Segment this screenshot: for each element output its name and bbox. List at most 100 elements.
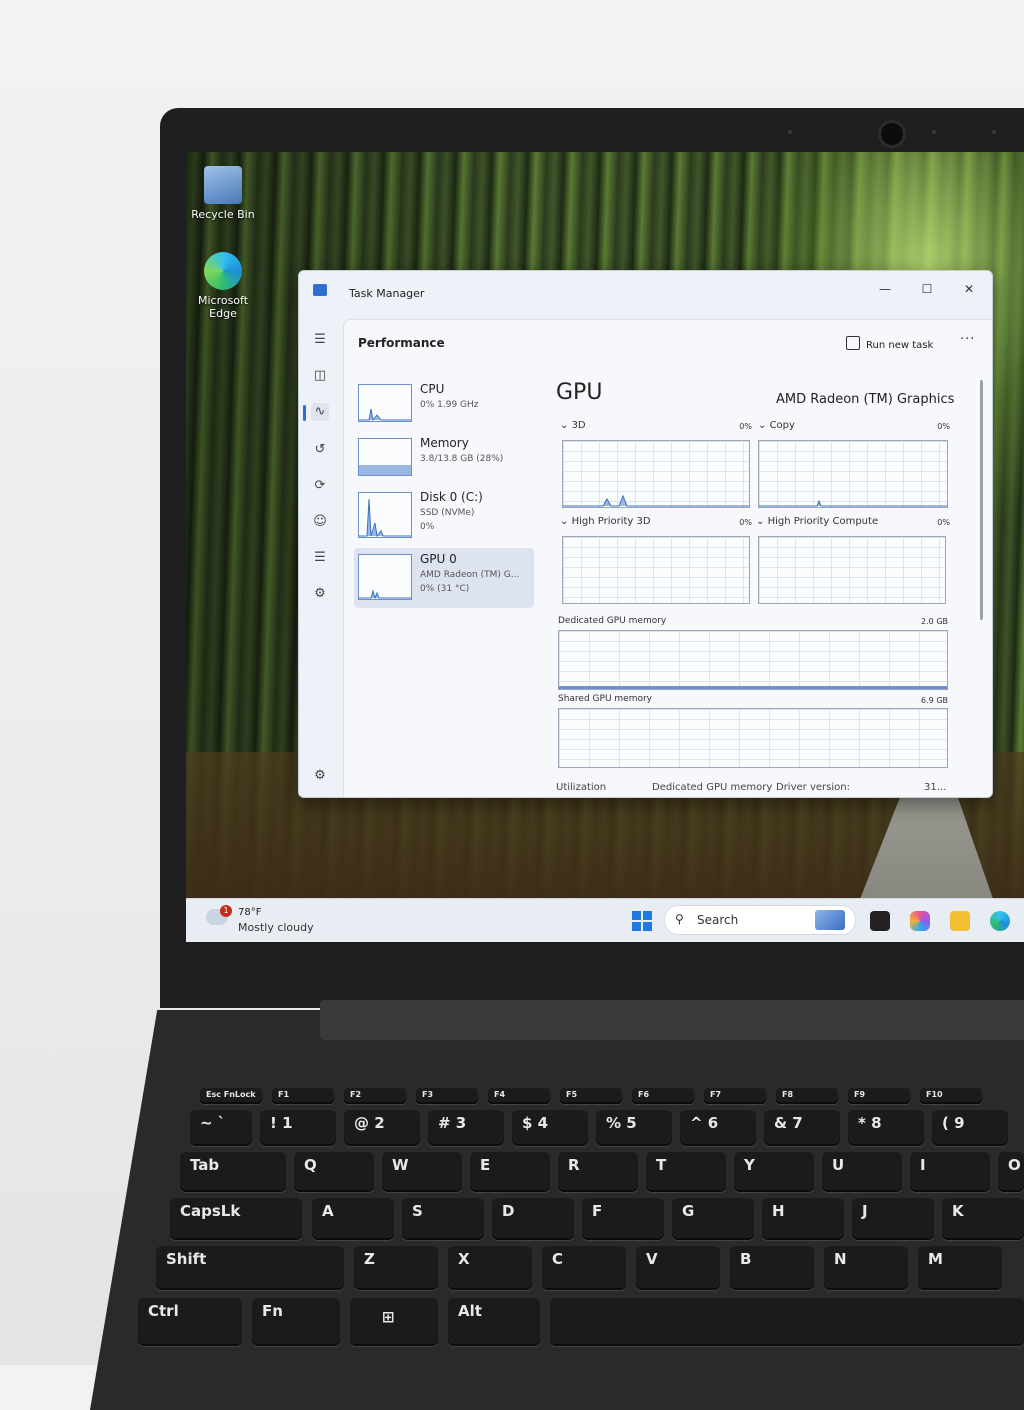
- key-tilde[interactable]: ~ `: [190, 1110, 252, 1146]
- key-shift[interactable]: Shift: [156, 1246, 344, 1290]
- key-f[interactable]: F: [582, 1198, 664, 1240]
- key-k[interactable]: K: [942, 1198, 1024, 1240]
- key-esc[interactable]: Esc FnLock: [200, 1088, 262, 1104]
- desktop-icon-label: Recycle Bin: [191, 208, 255, 221]
- key-c[interactable]: C: [542, 1246, 626, 1290]
- resource-detail: SSD (NVMe): [420, 508, 475, 518]
- key-f3[interactable]: F3: [416, 1088, 478, 1104]
- users-icon[interactable]: ☺: [311, 513, 329, 531]
- key-f7[interactable]: F7: [704, 1088, 766, 1104]
- resource-item-memory[interactable]: Memory 3.8/13.8 GB (28%): [354, 432, 534, 490]
- key-u[interactable]: U: [822, 1152, 902, 1192]
- resource-item-disk[interactable]: Disk 0 (C:) SSD (NVMe) 0%: [354, 486, 534, 544]
- key-w[interactable]: W: [382, 1152, 462, 1192]
- key-v[interactable]: V: [636, 1246, 720, 1290]
- close-button[interactable]: ✕: [955, 279, 983, 299]
- weather-temperature[interactable]: 78°F: [238, 907, 261, 918]
- key-g[interactable]: G: [672, 1198, 754, 1240]
- desktop-icon-edge[interactable]: Microsoft Edge: [188, 252, 258, 320]
- settings-icon[interactable]: ⚙: [311, 767, 329, 785]
- key-fn[interactable]: Fn: [252, 1298, 340, 1346]
- performance-icon[interactable]: ∿: [311, 403, 329, 421]
- details-icon[interactable]: ☰: [311, 549, 329, 567]
- key-a[interactable]: A: [312, 1198, 394, 1240]
- key-r[interactable]: R: [558, 1152, 638, 1192]
- key-ctrl[interactable]: Ctrl: [138, 1298, 242, 1346]
- shared-memory-max: 6.9 GB: [921, 696, 948, 705]
- key-n[interactable]: N: [824, 1246, 908, 1290]
- key-windows[interactable]: ⊞: [350, 1298, 438, 1346]
- key-i[interactable]: I: [910, 1152, 990, 1192]
- key-f4[interactable]: F4: [488, 1088, 550, 1104]
- key-8[interactable]: * 8: [848, 1110, 924, 1146]
- key-3[interactable]: # 3: [428, 1110, 504, 1146]
- gpu-model-name: AMD Radeon (TM) Graphics: [776, 392, 955, 407]
- engine-graph-3d: [562, 440, 750, 508]
- key-f2[interactable]: F2: [344, 1088, 406, 1104]
- key-9[interactable]: ( 9: [932, 1110, 1008, 1146]
- key-f5[interactable]: F5: [560, 1088, 622, 1104]
- key-capslock[interactable]: CapsLk: [170, 1198, 302, 1240]
- key-e[interactable]: E: [470, 1152, 550, 1192]
- startup-apps-icon[interactable]: ⟳: [311, 477, 329, 495]
- desktop-icon-recycle-bin[interactable]: Recycle Bin: [188, 166, 258, 221]
- key-z[interactable]: Z: [354, 1246, 438, 1290]
- key-alt[interactable]: Alt: [448, 1298, 540, 1346]
- key-t[interactable]: T: [646, 1152, 726, 1192]
- services-icon[interactable]: ⚙: [311, 585, 329, 603]
- key-f8[interactable]: F8: [776, 1088, 838, 1104]
- run-new-task-button[interactable]: Run new task: [846, 336, 933, 351]
- resource-item-gpu[interactable]: GPU 0 AMD Radeon (TM) G... 0% (31 °C): [354, 548, 534, 608]
- start-button-icon[interactable]: [632, 911, 652, 931]
- key-h[interactable]: H: [762, 1198, 844, 1240]
- key-tab[interactable]: Tab: [180, 1152, 286, 1192]
- copilot-icon[interactable]: [910, 911, 930, 931]
- key-4[interactable]: $ 4: [512, 1110, 588, 1146]
- key-f9[interactable]: F9: [848, 1088, 910, 1104]
- key-m[interactable]: M: [918, 1246, 1002, 1290]
- minimize-button[interactable]: —: [871, 279, 899, 299]
- key-f6[interactable]: F6: [632, 1088, 694, 1104]
- weather-condition[interactable]: Mostly cloudy: [238, 921, 314, 934]
- key-q[interactable]: Q: [294, 1152, 374, 1192]
- dedicated-memory-max: 2.0 GB: [921, 617, 948, 626]
- key-s[interactable]: S: [402, 1198, 484, 1240]
- engine-selector-3d[interactable]: ⌄ 3D: [560, 420, 586, 431]
- engine-selector-high-priority-3d[interactable]: ⌄ High Priority 3D: [560, 516, 651, 527]
- key-1[interactable]: ! 1: [260, 1110, 336, 1146]
- engine-value: 0%: [739, 422, 752, 431]
- engine-selector-copy[interactable]: ⌄ Copy: [758, 420, 795, 431]
- key-d[interactable]: D: [492, 1198, 574, 1240]
- page-title: Performance: [358, 336, 445, 350]
- engine-selector-high-priority-compute[interactable]: ⌄ High Priority Compute: [756, 516, 878, 527]
- key-space[interactable]: [550, 1298, 1024, 1346]
- key-b[interactable]: B: [730, 1246, 814, 1290]
- webcam: [878, 120, 906, 148]
- more-options-button[interactable]: ···: [960, 332, 975, 347]
- app-history-icon[interactable]: ↺: [311, 441, 329, 459]
- engine-label: 3D: [571, 420, 586, 431]
- key-y[interactable]: Y: [734, 1152, 814, 1192]
- taskbar-search-box[interactable]: ⚲ Search: [664, 905, 856, 935]
- key-7[interactable]: & 7: [764, 1110, 840, 1146]
- resource-item-cpu[interactable]: CPU 0% 1.99 GHz: [354, 378, 534, 436]
- disk-thumbnail-graph: [358, 492, 412, 538]
- key-6[interactable]: ^ 6: [680, 1110, 756, 1146]
- key-2[interactable]: @ 2: [344, 1110, 420, 1146]
- engine-graph-high-priority-compute: [758, 536, 946, 604]
- engine-value: 0%: [937, 422, 950, 431]
- processes-icon[interactable]: ◫: [311, 367, 329, 385]
- resource-detail: 0% 1.99 GHz: [420, 400, 479, 410]
- key-f1[interactable]: F1: [272, 1088, 334, 1104]
- file-explorer-icon[interactable]: [950, 911, 970, 931]
- hamburger-menu-icon[interactable]: ☰: [311, 331, 329, 349]
- key-j[interactable]: J: [852, 1198, 934, 1240]
- edge-taskbar-icon[interactable]: [990, 911, 1010, 931]
- key-5[interactable]: % 5: [596, 1110, 672, 1146]
- key-x[interactable]: X: [448, 1246, 532, 1290]
- task-view-icon[interactable]: [870, 911, 890, 931]
- key-f10[interactable]: F10: [920, 1088, 982, 1104]
- key-o[interactable]: O: [998, 1152, 1024, 1192]
- scrollbar[interactable]: [980, 380, 983, 620]
- maximize-button[interactable]: ☐: [913, 279, 941, 299]
